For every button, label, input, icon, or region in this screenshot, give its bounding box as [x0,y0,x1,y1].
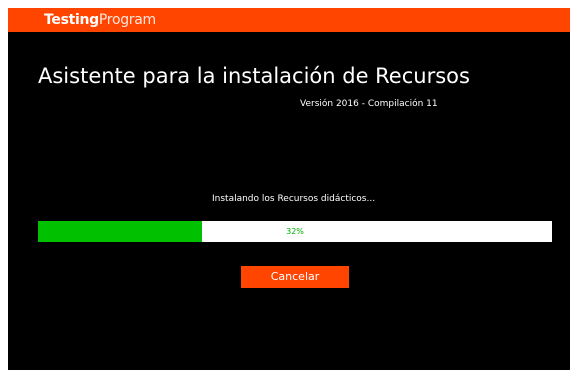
progress-bar: 32% [38,221,552,242]
status-text: Instalando los Recursos didácticos... [212,194,376,204]
brand-name-bold: Testing [44,12,99,28]
app-logo: TestingProgram [44,11,156,29]
brand-name-light: Program [98,12,156,28]
cancel-button[interactable]: Cancelar [241,266,349,288]
title-bar: TestingProgram [8,8,570,32]
installer-window: TestingProgram Asistente para la instala… [8,8,570,370]
progress-label: 32% [286,227,304,236]
page-title: Asistente para la instalación de Recurso… [38,64,470,88]
version-text: Versión 2016 - Compilación 11 [300,99,438,109]
